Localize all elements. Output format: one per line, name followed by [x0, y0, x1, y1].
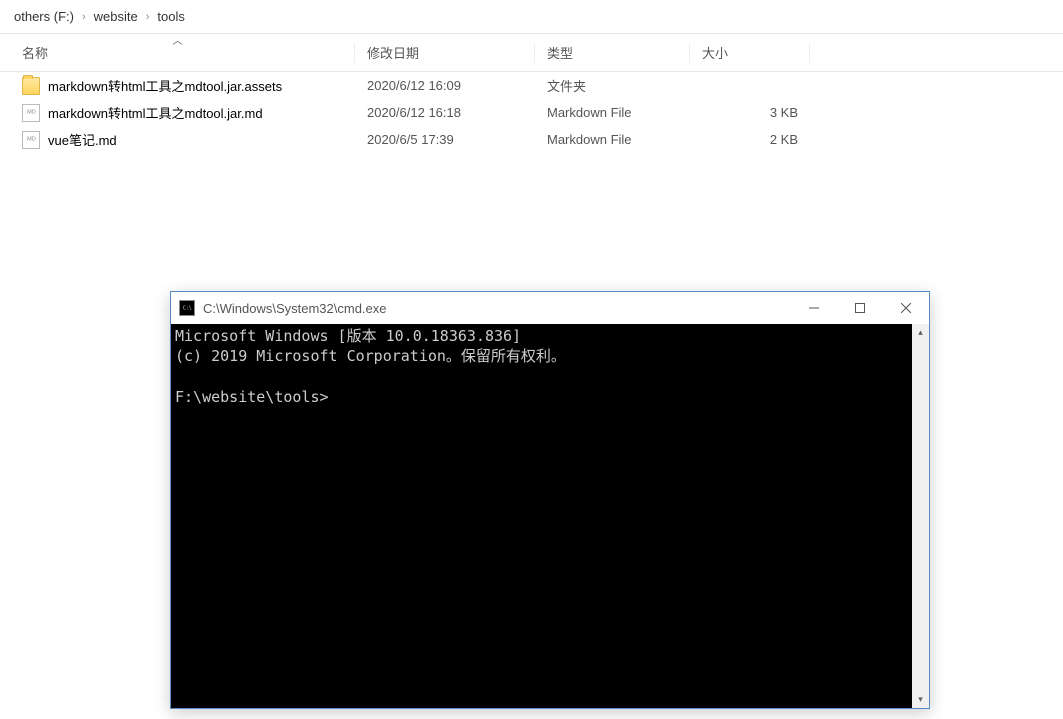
file-row[interactable]: markdown转html工具之mdtool.jar.md 2020/6/12 … [0, 99, 1063, 126]
file-size: 2 KB [690, 132, 810, 147]
column-header-date[interactable]: 修改日期 [355, 34, 535, 71]
minimize-icon [809, 303, 819, 313]
breadcrumb: others (F:) › website › tools [0, 0, 1063, 34]
close-icon [901, 303, 911, 313]
file-date: 2020/6/12 16:18 [355, 105, 535, 120]
cmd-prompt: F:\website\tools> [175, 388, 329, 406]
breadcrumb-item-website[interactable]: website [92, 9, 140, 24]
maximize-button[interactable] [837, 292, 883, 324]
column-header-size[interactable]: 大小 [690, 34, 810, 71]
scroll-down-icon[interactable]: ▾ [912, 691, 929, 708]
cmd-titlebar[interactable]: C:\Windows\System32\cmd.exe [171, 292, 929, 324]
breadcrumb-item-drive[interactable]: others (F:) [12, 9, 76, 24]
file-type: 文件夹 [535, 76, 690, 95]
column-label: 名称 [22, 43, 48, 62]
cmd-window: C:\Windows\System32\cmd.exe Microsoft Wi… [170, 291, 930, 709]
file-date: 2020/6/5 17:39 [355, 132, 535, 147]
chevron-right-icon[interactable]: › [82, 11, 86, 23]
column-label: 修改日期 [367, 43, 419, 62]
file-type: Markdown File [535, 132, 690, 147]
sort-indicator-up-icon: ︿ [173, 32, 183, 47]
breadcrumb-item-tools[interactable]: tools [155, 9, 186, 24]
file-row[interactable]: vue笔记.md 2020/6/5 17:39 Markdown File 2 … [0, 126, 1063, 153]
column-label: 大小 [702, 43, 728, 62]
file-date: 2020/6/12 16:09 [355, 78, 535, 93]
cmd-title: C:\Windows\System32\cmd.exe [203, 301, 791, 316]
cmd-line: Microsoft Windows [版本 10.0.18363.836] [175, 327, 521, 345]
scrollbar-vertical[interactable]: ▴ ▾ [912, 324, 929, 708]
cmd-line: (c) 2019 Microsoft Corporation。保留所有权利。 [175, 347, 566, 365]
file-type: Markdown File [535, 105, 690, 120]
markdown-file-icon [22, 131, 40, 149]
file-name: markdown转html工具之mdtool.jar.assets [48, 76, 282, 95]
column-header-row: 名称 ︿ 修改日期 类型 大小 [0, 34, 1063, 72]
cmd-app-icon [179, 300, 195, 316]
file-row[interactable]: markdown转html工具之mdtool.jar.assets 2020/6… [0, 72, 1063, 99]
minimize-button[interactable] [791, 292, 837, 324]
file-size: 3 KB [690, 105, 810, 120]
column-label: 类型 [547, 43, 573, 62]
cmd-terminal[interactable]: Microsoft Windows [版本 10.0.18363.836] (c… [171, 324, 912, 708]
maximize-icon [855, 303, 865, 313]
file-name: vue笔记.md [48, 130, 117, 149]
scroll-track[interactable] [912, 341, 929, 691]
column-header-name[interactable]: 名称 ︿ [0, 34, 355, 71]
chevron-right-icon[interactable]: › [146, 11, 150, 23]
markdown-file-icon [22, 104, 40, 122]
file-name: markdown转html工具之mdtool.jar.md [48, 103, 263, 122]
column-header-type[interactable]: 类型 [535, 34, 690, 71]
folder-icon [22, 77, 40, 95]
scroll-up-icon[interactable]: ▴ [912, 324, 929, 341]
file-list: markdown转html工具之mdtool.jar.assets 2020/6… [0, 72, 1063, 153]
close-button[interactable] [883, 292, 929, 324]
